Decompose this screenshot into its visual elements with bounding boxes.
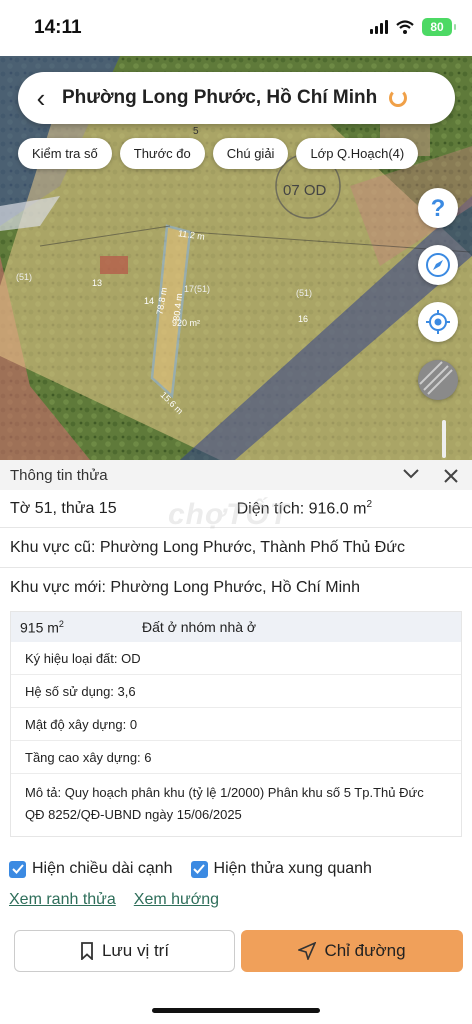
signal-icon <box>370 20 388 34</box>
land-use-box: 915 m2 Đất ở nhóm nhà ở Ký hiệu loại đất… <box>10 611 462 837</box>
save-location-button[interactable]: Lưu vị trí <box>14 930 235 972</box>
map-label-5: 5 <box>193 126 199 137</box>
chip-ruler[interactable]: Thước đo <box>119 138 205 169</box>
left-parcel-label: (51) <box>16 272 33 282</box>
question-icon: ? <box>431 195 446 221</box>
chevron-down-icon[interactable] <box>402 467 420 481</box>
loading-spinner-icon <box>389 89 408 107</box>
chip-legend[interactable]: Chú giải <box>212 138 289 169</box>
right-parcel-label: (51) <box>296 288 313 298</box>
new-area-row: Khu vực mới: Phường Long Phước, Hồ Chí M… <box>10 579 360 596</box>
bookmark-icon <box>81 942 93 960</box>
land-coefficient: Hệ số sử dụng: 3,6 <box>11 675 461 708</box>
status-time: 14:11 <box>34 17 82 38</box>
compass-button[interactable] <box>418 245 458 285</box>
directions-label: Chỉ đường <box>324 941 406 960</box>
show-edge-length-checkbox[interactable]: Hiện chiều dài cạnh <box>9 860 173 878</box>
my-location-button[interactable] <box>418 302 458 342</box>
land-symbol: Ký hiệu loại đất: OD <box>11 642 461 675</box>
sheet-number: Tờ 51, thửa 15 <box>10 499 117 517</box>
crosshair-icon <box>426 310 450 334</box>
search-bar[interactable]: ‹ Phường Long Phước, Hồ Chí Minh <box>18 72 455 124</box>
status-bar: 14:11 80 <box>0 0 472 56</box>
map-layer-button[interactable] <box>418 360 458 400</box>
land-area: 915 m2 <box>20 618 64 636</box>
old-area-row: Khu vực cũ: Phường Long Phước, Thành Phố… <box>0 528 472 568</box>
save-location-label: Lưu vị trí <box>101 941 170 960</box>
home-indicator <box>152 1008 320 1013</box>
checkmark-icon <box>9 860 26 878</box>
panel-header: Thông tin thửa <box>0 460 472 490</box>
chip-planning-layer[interactable]: Lớp Q.Hoạch(4) <box>296 138 419 169</box>
neighbor-13-label: 13 <box>92 278 103 288</box>
view-direction-link[interactable]: Xem hướng <box>134 891 219 909</box>
close-icon[interactable] <box>442 467 460 485</box>
back-icon[interactable]: ‹ <box>18 83 58 114</box>
display-options: Hiện chiều dài cạnh Hiện thửa xung quanh <box>9 860 372 878</box>
land-height: Tầng cao xây dựng: 6 <box>11 741 461 774</box>
battery-icon: 80 <box>422 18 456 36</box>
send-icon <box>298 942 317 960</box>
view-border-link[interactable]: Xem ranh thửa <box>9 891 116 909</box>
plot-number-label: 14 <box>144 296 155 306</box>
compass-icon <box>426 253 450 277</box>
parcel-info-panel: Thông tin thửa chợTỐT Tờ 51, thửa 15 Diệ… <box>0 460 472 1024</box>
directions-button[interactable]: Chỉ đường <box>241 930 463 972</box>
show-neighbors-label: Hiện thửa xung quanh <box>213 860 372 877</box>
map-zone-label: 07 OD <box>283 182 327 199</box>
svg-text:?: ? <box>431 195 446 221</box>
satellite-layer-icon <box>418 360 458 400</box>
land-density: Mật độ xây dựng: 0 <box>11 708 461 741</box>
checkmark-icon <box>190 860 208 878</box>
watermark-logo: chợTỐT <box>168 498 290 531</box>
panel-title: Thông tin thửa <box>10 466 108 484</box>
parcel-links: Xem ranh thửa Xem hướng <box>9 891 219 909</box>
land-type: Đất ở nhóm nhà ở <box>142 619 257 635</box>
chip-check-number[interactable]: Kiểm tra số <box>18 138 112 169</box>
help-button[interactable]: ? <box>418 188 458 228</box>
location-title: Phường Long Phước, Hồ Chí Minh <box>62 87 378 108</box>
land-use-header: 915 m2 Đất ở nhóm nhà ở <box>11 612 461 642</box>
wifi-icon <box>396 20 414 34</box>
show-edge-length-label: Hiện chiều dài cạnh <box>32 860 173 877</box>
status-icons: 80 <box>370 18 456 36</box>
land-description: Mô tả: Quy hoạch phân khu (tỷ lệ 1/2000)… <box>25 785 424 822</box>
plot-label: 17(51) <box>184 284 211 294</box>
map-scroll-handle[interactable] <box>442 420 446 458</box>
plot-area-label: 920 m² <box>172 318 201 328</box>
show-neighbors-checkbox[interactable]: Hiện thửa xung quanh <box>190 860 372 878</box>
map-chips: Kiểm tra số Thước đo Chú giải Lớp Q.Hoạc… <box>18 138 419 169</box>
neighbor-16-label: 16 <box>298 314 309 324</box>
